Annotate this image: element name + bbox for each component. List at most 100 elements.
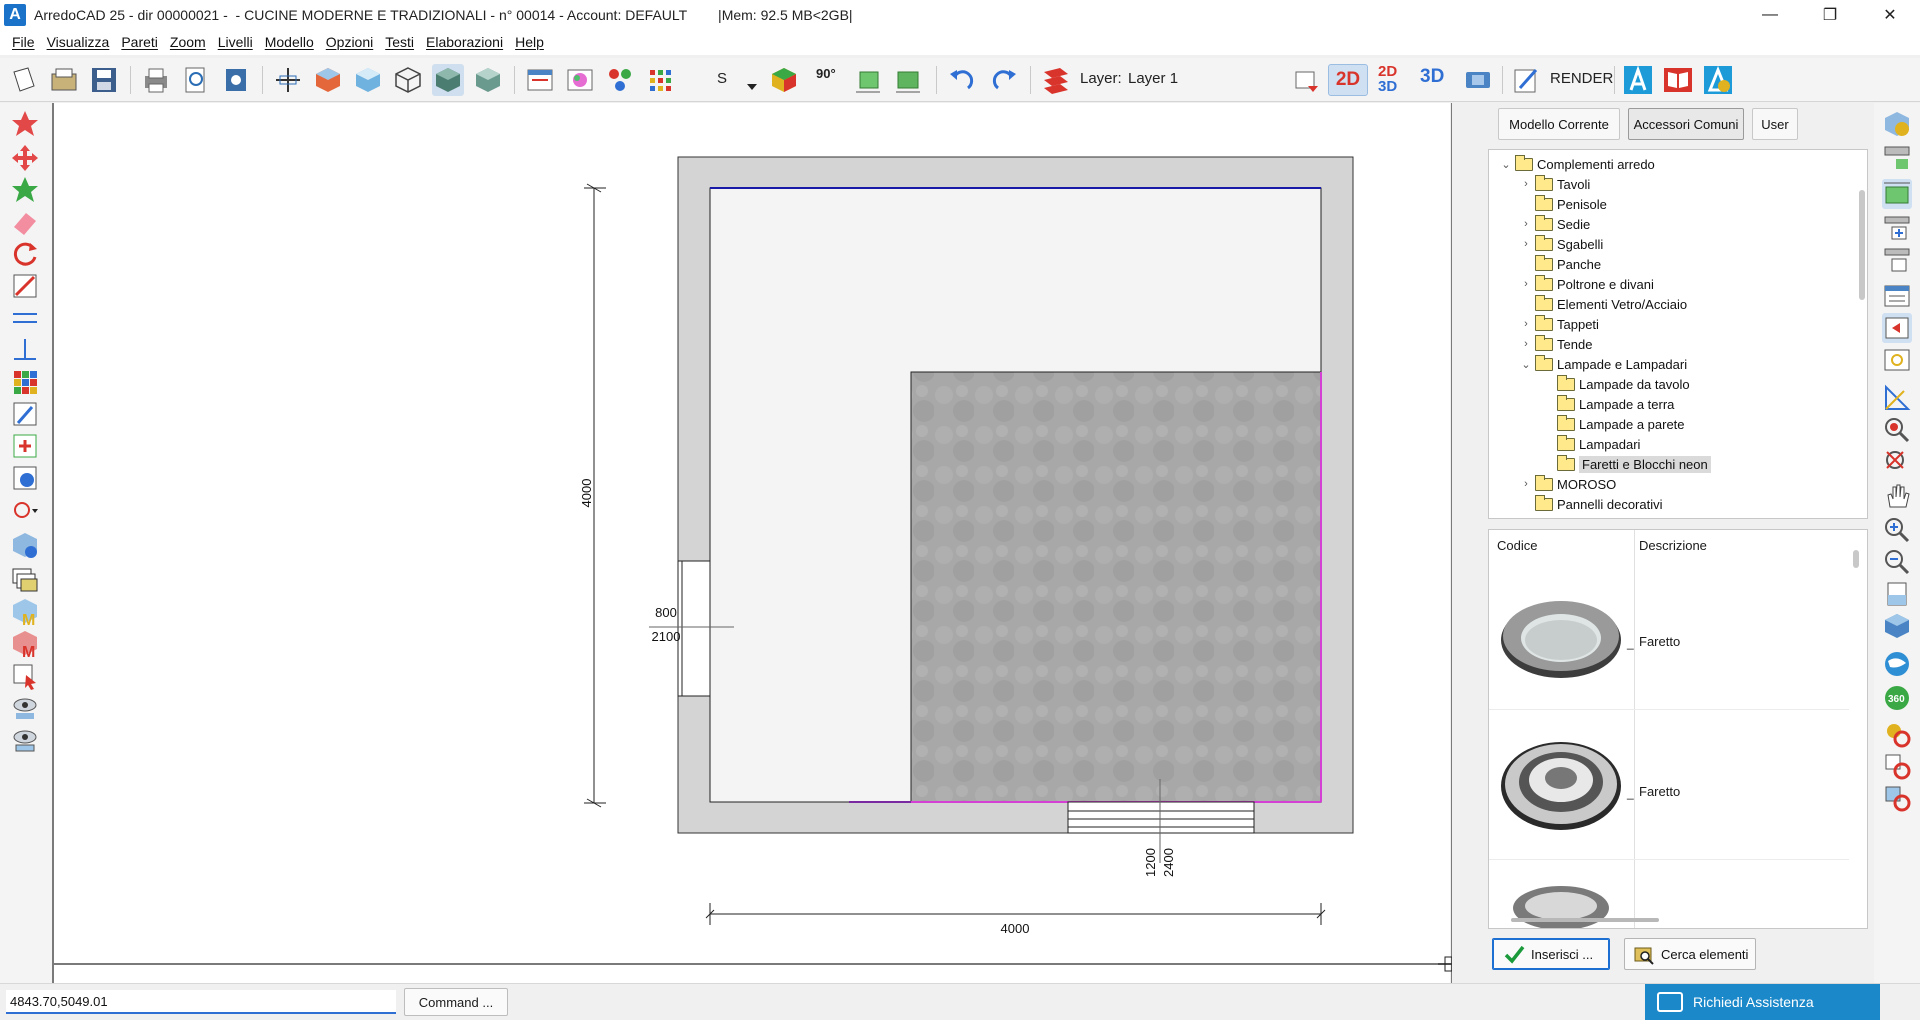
menu-file[interactable]: File bbox=[6, 34, 41, 50]
refresh-view-icon[interactable] bbox=[1882, 109, 1912, 139]
tree-item[interactable]: Faretti e Blocchi neon bbox=[1541, 454, 1711, 474]
tile-floor-area[interactable] bbox=[910, 371, 1322, 803]
eraser-icon[interactable] bbox=[10, 207, 40, 237]
chevron-right-icon[interactable]: › bbox=[1519, 338, 1533, 350]
dropdown-arrow-icon[interactable] bbox=[744, 64, 760, 96]
grid-plus-icon[interactable] bbox=[1882, 213, 1912, 243]
document-settings-icon[interactable] bbox=[220, 64, 252, 96]
horizontal-scrollbar[interactable] bbox=[1511, 918, 1659, 922]
view-360-icon[interactable]: 360 bbox=[1882, 683, 1912, 713]
catalog-book-icon[interactable] bbox=[1662, 64, 1694, 96]
shape-dropdown-icon[interactable] bbox=[10, 495, 40, 525]
snap-green-icon[interactable] bbox=[1882, 179, 1912, 209]
green-square-icon[interactable] bbox=[852, 64, 884, 96]
wall-section-icon[interactable] bbox=[1882, 245, 1912, 275]
select-star-icon[interactable] bbox=[10, 109, 40, 139]
visibility-icon[interactable] bbox=[10, 693, 40, 723]
tree-item[interactable]: Elementi Vetro/Acciaio bbox=[1519, 294, 1687, 314]
angle-90-button[interactable]: 90° bbox=[816, 66, 836, 81]
perpendicular-icon[interactable] bbox=[10, 335, 40, 365]
chevron-down-icon[interactable]: ⌄ bbox=[1499, 158, 1513, 171]
material-m-red-icon[interactable]: M bbox=[10, 629, 40, 659]
tree-item[interactable]: Pannelli decorativi bbox=[1519, 494, 1663, 514]
tree-item[interactable]: Lampadari bbox=[1541, 434, 1640, 454]
globe-icon[interactable] bbox=[1882, 649, 1912, 679]
materials-icon[interactable] bbox=[604, 64, 636, 96]
tree-item[interactable]: › Sgabelli bbox=[1519, 234, 1603, 254]
tree-item[interactable]: Lampade a terra bbox=[1541, 394, 1674, 414]
window-opening[interactable] bbox=[1067, 801, 1255, 834]
zoom-magnifier-icon[interactable] bbox=[1882, 415, 1912, 445]
select-cursor-icon[interactable] bbox=[10, 661, 40, 691]
zoom-extents-icon[interactable] bbox=[1882, 447, 1912, 477]
render-light-icon[interactable] bbox=[1882, 719, 1912, 749]
snap-cross-icon[interactable] bbox=[272, 64, 304, 96]
list-item[interactable]: _ Faretto bbox=[1489, 560, 1849, 710]
visibility-alt-icon[interactable] bbox=[10, 725, 40, 755]
tree-item[interactable]: › Poltrone e divani bbox=[1519, 274, 1654, 294]
render-output-icon[interactable] bbox=[1882, 783, 1912, 813]
dotted-grid-icon[interactable] bbox=[644, 64, 676, 96]
print-icon[interactable] bbox=[140, 64, 172, 96]
tab-accessori-comuni[interactable]: Accessori Comuni bbox=[1628, 108, 1744, 140]
info-element-icon[interactable] bbox=[10, 463, 40, 493]
column-header-code[interactable]: Codice bbox=[1497, 538, 1537, 553]
zoom-in-icon[interactable] bbox=[1882, 515, 1912, 545]
chevron-right-icon[interactable]: › bbox=[1519, 278, 1533, 290]
tree-item[interactable]: Lampade da tavolo bbox=[1541, 374, 1690, 394]
layer-manager-icon[interactable] bbox=[1040, 64, 1072, 96]
tree-item[interactable]: › MOROSO bbox=[1519, 474, 1616, 494]
copy-star-icon[interactable] bbox=[10, 175, 40, 205]
command-button[interactable]: Command ... bbox=[404, 988, 508, 1016]
rotate-icon[interactable] bbox=[10, 239, 40, 269]
minimize-button[interactable]: — bbox=[1740, 0, 1800, 29]
tree-item[interactable]: Lampade a parete bbox=[1541, 414, 1685, 434]
wireframe-view-icon[interactable] bbox=[392, 64, 424, 96]
edit-element-icon[interactable] bbox=[10, 399, 40, 429]
move-icon[interactable] bbox=[10, 143, 40, 173]
view-2d3d-button[interactable]: 2D 3D bbox=[1378, 64, 1408, 96]
chevron-right-icon[interactable]: › bbox=[1519, 218, 1533, 230]
window-list-icon[interactable] bbox=[1882, 281, 1912, 311]
search-elements-button[interactable]: Cerca elementi bbox=[1624, 938, 1756, 970]
tree-item[interactable]: › Tavoli bbox=[1519, 174, 1590, 194]
material-m-icon[interactable]: M bbox=[10, 597, 40, 627]
tree-scrollbar[interactable] bbox=[1859, 190, 1865, 300]
tree-item[interactable]: › Tende bbox=[1519, 334, 1592, 354]
render-settings-alt-icon[interactable] bbox=[1882, 751, 1912, 781]
measure-angle-icon[interactable] bbox=[1882, 383, 1912, 413]
wall-top-icon[interactable] bbox=[1882, 143, 1912, 173]
pan-hand-icon[interactable] bbox=[1882, 481, 1912, 511]
view-3d-button[interactable]: 3D bbox=[1420, 66, 1444, 88]
tree-item[interactable]: › Sedie bbox=[1519, 214, 1590, 234]
view-2d-button[interactable]: 2D bbox=[1328, 64, 1368, 96]
box-dark-icon[interactable] bbox=[432, 64, 464, 96]
maximize-button[interactable]: ❐ bbox=[1800, 0, 1860, 29]
tree-item[interactable]: Penisole bbox=[1519, 194, 1607, 214]
tree-item[interactable]: Panche bbox=[1519, 254, 1601, 274]
coordinates-input[interactable] bbox=[6, 990, 396, 1014]
camera-view-icon[interactable] bbox=[1462, 64, 1494, 96]
column-header-description[interactable]: Descrizione bbox=[1639, 538, 1707, 553]
layer-value[interactable]: Layer 1 bbox=[1128, 70, 1178, 87]
menu-testi[interactable]: Testi bbox=[379, 34, 420, 50]
zoom-window-icon[interactable] bbox=[1882, 345, 1912, 375]
menu-visualizza[interactable]: Visualizza bbox=[41, 34, 116, 50]
green-square-alt-icon[interactable] bbox=[892, 64, 924, 96]
back-arrow-icon[interactable] bbox=[1882, 313, 1912, 343]
print-preview-icon[interactable] bbox=[180, 64, 212, 96]
menu-help[interactable]: Help bbox=[509, 34, 550, 50]
drawing-canvas[interactable]: 4000 4000 800 2100 1200 2400 bbox=[52, 103, 1452, 983]
render-settings-icon[interactable] bbox=[1510, 64, 1542, 96]
chevron-right-icon[interactable]: › bbox=[1519, 238, 1533, 250]
tab-user[interactable]: User bbox=[1752, 108, 1798, 140]
arredocad-logo-icon[interactable] bbox=[1622, 64, 1654, 96]
color-cube-icon[interactable] bbox=[768, 64, 800, 96]
chevron-right-icon[interactable]: › bbox=[1519, 478, 1533, 490]
layers-list-icon[interactable] bbox=[524, 64, 556, 96]
parallel-lines-icon[interactable] bbox=[10, 303, 40, 333]
redo-icon[interactable] bbox=[988, 64, 1020, 96]
list-item[interactable]: _ Faretto bbox=[1489, 710, 1849, 860]
render-button[interactable]: RENDER bbox=[1550, 70, 1613, 87]
door-opening[interactable] bbox=[677, 560, 711, 697]
